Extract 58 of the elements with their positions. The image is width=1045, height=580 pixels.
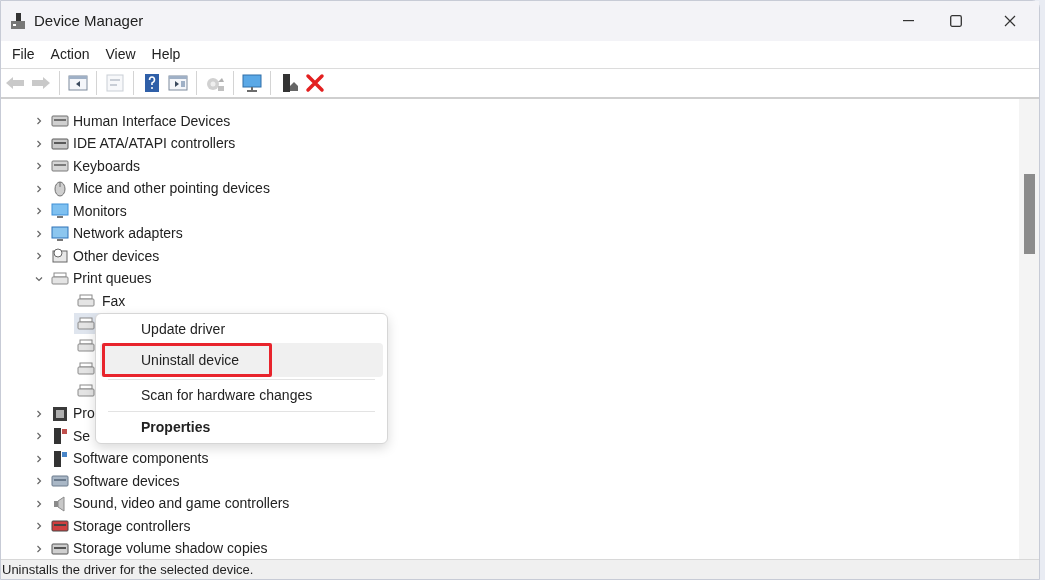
tree-item[interactable]: Software devices: [73, 470, 180, 492]
tree-item[interactable]: Storage volume shadow copies: [73, 538, 268, 560]
menu-item[interactable]: File: [4, 44, 43, 65]
tree-item[interactable]: Keyboards: [73, 155, 140, 177]
printer-icon: [51, 269, 69, 288]
tree-item[interactable]: Sound, video and game controllers: [73, 493, 290, 515]
menu-option[interactable]: Uninstall device: [100, 343, 383, 377]
close-icon: [1004, 15, 1016, 27]
expand-chevron-icon[interactable]: [35, 117, 43, 126]
tree-item[interactable]: Network adapters: [73, 223, 183, 245]
expand-chevron-icon[interactable]: [35, 409, 43, 418]
menu-item[interactable]: Help: [143, 44, 189, 65]
menu-option[interactable]: Update driver: [100, 316, 383, 343]
expand-chevron-icon[interactable]: [35, 162, 43, 171]
tree-item[interactable]: IDE ATA/ATAPI controllers: [73, 133, 236, 155]
device-manager-icon: [10, 12, 26, 30]
expand-chevron-icon[interactable]: [35, 522, 43, 531]
expand-chevron-icon[interactable]: [35, 544, 43, 553]
menu-item[interactable]: View: [97, 44, 144, 65]
scrollbar-thumb[interactable]: [1023, 174, 1035, 254]
expand-chevron-icon[interactable]: [35, 229, 43, 238]
security-device-icon: [51, 427, 69, 446]
maximize-icon: [950, 15, 962, 27]
tree-item[interactable]: Pro: [73, 403, 95, 425]
tree-item[interactable]: Software components: [73, 448, 209, 470]
monitor-icon: [51, 202, 69, 221]
tree-item[interactable]: Mice and other pointing devices: [73, 178, 270, 200]
mouse-icon: [51, 179, 69, 198]
menu-option[interactable]: Properties: [100, 414, 383, 441]
expand-chevron-icon[interactable]: [35, 499, 43, 508]
expand-chevron-icon[interactable]: [35, 274, 43, 283]
menu-option[interactable]: Scan for hardware changes: [100, 382, 383, 409]
tree-item[interactable]: Human Interface Devices: [73, 110, 231, 132]
uninstall-x-icon[interactable]: [304, 72, 326, 94]
expand-chevron-icon[interactable]: [35, 454, 43, 463]
network-monitor-icon: [51, 224, 69, 243]
menu-item[interactable]: Action: [42, 44, 98, 65]
tree-item[interactable]: Print queues: [73, 268, 152, 290]
console-tree-icon[interactable]: [67, 72, 89, 94]
expand-chevron-icon[interactable]: [35, 207, 43, 216]
tree-item[interactable]: Storage controllers: [73, 515, 191, 537]
minimize-icon: [902, 20, 914, 22]
window-title: Device Manager: [34, 10, 144, 31]
expand-chevron-icon[interactable]: [35, 477, 43, 486]
monitor-icon[interactable]: [241, 72, 263, 94]
expand-chevron-icon[interactable]: [35, 184, 43, 193]
chip-icon: [51, 404, 69, 423]
expand-chevron-icon[interactable]: [35, 432, 43, 441]
tree-item[interactable]: Monitors: [73, 200, 127, 222]
software-component-icon: [51, 449, 69, 468]
expand-chevron-icon[interactable]: [35, 139, 43, 148]
expand-chevron-icon[interactable]: [35, 252, 43, 261]
status-text: Uninstalls the driver for the selected device.: [2, 560, 254, 579]
tree-item[interactable]: Fax: [74, 290, 132, 312]
unknown-device-icon: [51, 247, 69, 266]
tree-item[interactable]: Se: [73, 425, 91, 447]
tree-item[interactable]: Other devices: [73, 245, 160, 267]
action-pane-icon[interactable]: [167, 72, 189, 94]
